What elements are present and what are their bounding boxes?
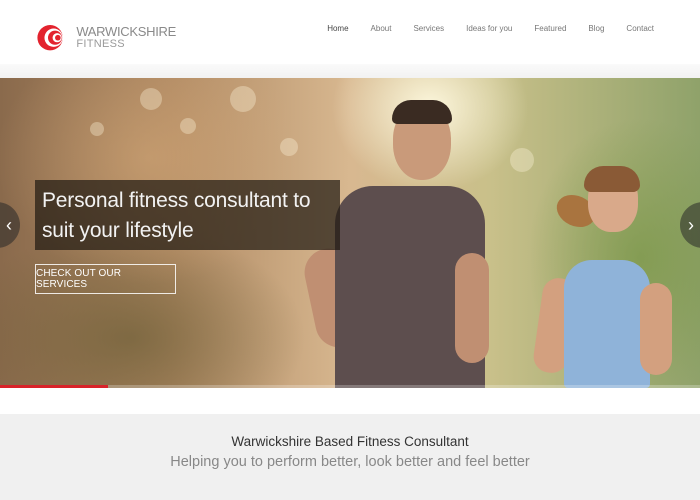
chevron-left-icon: ‹	[6, 214, 12, 235]
logo-line-1: WARWICKSHIRE	[76, 23, 176, 39]
runner-man-hair	[392, 100, 452, 124]
runner-woman-hair	[584, 166, 640, 192]
nav-ideas-for-you[interactable]: Ideas for you	[466, 24, 512, 33]
bokeh-light	[140, 88, 162, 110]
nav-services[interactable]: Services	[413, 24, 444, 33]
main-nav: Home About Services Ideas for you Featur…	[305, 24, 654, 33]
logo-text: WARWICKSHIRE FITNESS	[76, 25, 176, 50]
nav-home[interactable]: Home	[327, 24, 348, 33]
logo-swirl-icon	[37, 22, 79, 52]
runner-woman-arm	[640, 283, 672, 375]
intro-subtitle: Helping you to perform better, look bett…	[170, 454, 530, 470]
intro-title: Warwickshire Based Fitness Consultant	[231, 434, 469, 449]
bokeh-light	[280, 138, 298, 156]
site-logo[interactable]: WARWICKSHIRE FITNESS	[36, 16, 176, 58]
bokeh-light	[230, 86, 256, 112]
hero-caption: Personal fitness consultant to suit your…	[35, 180, 340, 250]
nav-featured[interactable]: Featured	[534, 24, 566, 33]
header-divider	[0, 64, 700, 78]
bokeh-light	[180, 118, 196, 134]
slider-prev-button[interactable]: ‹	[0, 202, 20, 248]
services-cta-button[interactable]: CHECK OUT OUR SERVICES	[35, 264, 176, 294]
chevron-right-icon: ›	[688, 214, 694, 235]
bokeh-light	[510, 148, 534, 172]
hero-slider: Personal fitness consultant to suit your…	[0, 78, 700, 388]
runner-man-arm	[455, 253, 489, 363]
logo-line-2: FITNESS	[76, 37, 125, 50]
section-gap	[0, 388, 700, 414]
bokeh-light	[90, 122, 104, 136]
nav-blog[interactable]: Blog	[588, 24, 604, 33]
nav-about[interactable]: About	[371, 24, 392, 33]
site-header: WARWICKSHIRE FITNESS Home About Services…	[0, 0, 700, 64]
runner-woman	[564, 260, 650, 388]
slider-next-button[interactable]: ›	[680, 202, 700, 248]
intro-section: Warwickshire Based Fitness Consultant He…	[0, 414, 700, 500]
hero-caption-text: Personal fitness consultant to suit your…	[42, 189, 311, 242]
nav-contact[interactable]: Contact	[626, 24, 654, 33]
